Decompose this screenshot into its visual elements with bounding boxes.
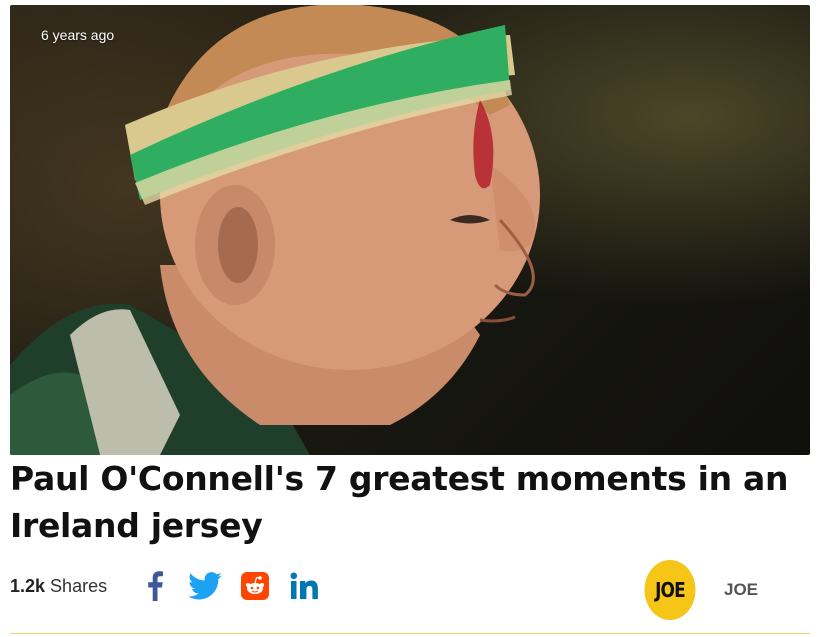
article-headline[interactable]: Paul O'Connell's 7 greatest moments in a… bbox=[10, 455, 800, 549]
article-hero-image[interactable]: 6 years ago bbox=[10, 5, 810, 455]
share-bar: 1.2k Shares bbox=[10, 568, 337, 604]
reddit-share-button[interactable] bbox=[237, 568, 273, 604]
twitter-icon bbox=[188, 572, 222, 600]
share-count: 1.2k Shares bbox=[10, 576, 107, 597]
share-count-label: Shares bbox=[50, 575, 108, 596]
reddit-icon bbox=[241, 572, 270, 600]
linkedin-icon bbox=[290, 572, 318, 599]
social-share-buttons bbox=[137, 568, 337, 604]
divider bbox=[10, 633, 810, 634]
linkedin-share-button[interactable] bbox=[287, 568, 323, 604]
player-illustration bbox=[10, 5, 540, 455]
facebook-icon bbox=[148, 571, 164, 601]
publish-timestamp: 6 years ago bbox=[41, 27, 115, 43]
facebook-share-button[interactable] bbox=[137, 568, 173, 604]
share-count-value: 1.2k bbox=[10, 575, 46, 596]
author-block[interactable]: JOE JOE bbox=[640, 560, 758, 620]
author-avatar[interactable]: JOE bbox=[644, 560, 696, 620]
twitter-share-button[interactable] bbox=[187, 568, 223, 604]
author-name[interactable]: JOE bbox=[724, 580, 758, 600]
